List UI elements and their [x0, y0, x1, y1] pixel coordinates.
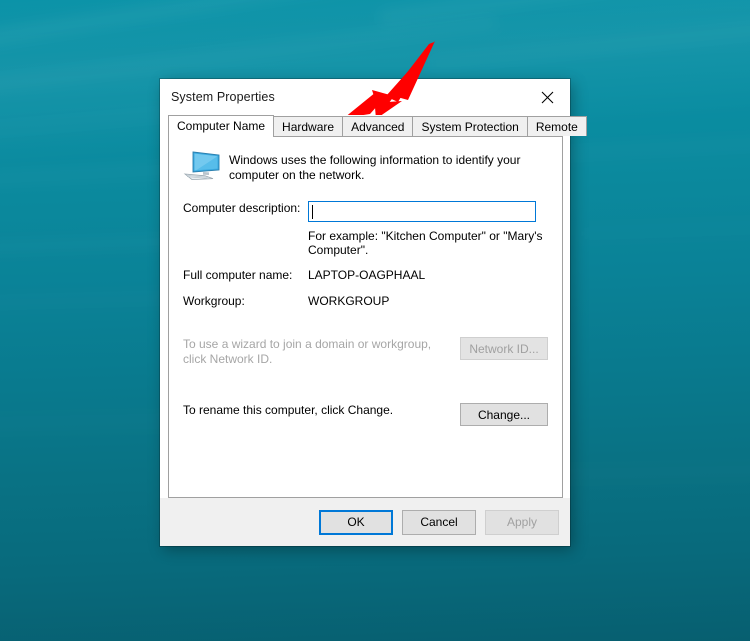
fields-section: Computer description: For example: "Kitc… [169, 187, 562, 309]
tab-computer-name[interactable]: Computer Name [168, 115, 275, 137]
tab-advanced[interactable]: Advanced [342, 116, 414, 136]
computer-monitor-icon [183, 148, 229, 187]
tab-system-protection[interactable]: System Protection [412, 116, 528, 136]
full-computer-name-value: LAPTOP-OAGPHAAL [308, 268, 426, 282]
tab-remote[interactable]: Remote [526, 116, 587, 136]
computer-description-row: Computer description: [183, 201, 548, 222]
ok-button[interactable]: OK [319, 509, 393, 535]
intro-text: Windows uses the following information t… [229, 153, 521, 182]
change-description: To rename this computer, click Change. [183, 403, 394, 417]
dialog-title: System Properties [171, 90, 275, 104]
tab-hardware[interactable]: Hardware [273, 116, 344, 136]
workgroup-value: WORKGROUP [308, 294, 390, 308]
row-spacer [183, 283, 548, 294]
text-caret [312, 204, 313, 219]
system-properties-dialog: System Properties Computer Name Hardware… [160, 79, 587, 546]
description-hint-row: For example: "Kitchen Computer" or "Mary… [183, 222, 548, 268]
full-computer-name-label: Full computer name: [183, 268, 293, 282]
change-row: To rename this computer, click Change. C… [169, 403, 562, 426]
tab-content-panel: Windows uses the following information t… [168, 136, 563, 498]
dialog-titlebar: System Properties [160, 79, 570, 115]
dialog-footer: OK Cancel Apply [160, 498, 570, 546]
wallpaper-streak [580, 222, 750, 237]
computer-description-label: Computer description: [183, 201, 301, 215]
computer-description-input[interactable] [308, 201, 536, 222]
close-icon[interactable] [525, 82, 570, 112]
network-id-button[interactable]: Network ID... [460, 337, 548, 360]
workgroup-label: Workgroup: [183, 294, 245, 308]
tab-strip: Computer Name Hardware Advanced System P… [160, 115, 587, 137]
intro-section: Windows uses the following information t… [169, 137, 562, 187]
wallpaper-streak [560, 136, 750, 158]
wallpaper-streak [379, 0, 750, 24]
cancel-button[interactable]: Cancel [402, 509, 476, 535]
wallpaper-streak [560, 465, 750, 479]
network-id-row: To use a wizard to join a domain or work… [169, 337, 562, 367]
workgroup-row: Workgroup: WORKGROUP [183, 294, 548, 309]
network-id-description: To use a wizard to join a domain or work… [183, 337, 432, 366]
full-computer-name-row: Full computer name: LAPTOP-OAGPHAAL [183, 268, 548, 283]
apply-button[interactable]: Apply [485, 509, 559, 535]
computer-description-hint: For example: "Kitchen Computer" or "Mary… [308, 229, 543, 257]
change-button[interactable]: Change... [460, 403, 548, 426]
